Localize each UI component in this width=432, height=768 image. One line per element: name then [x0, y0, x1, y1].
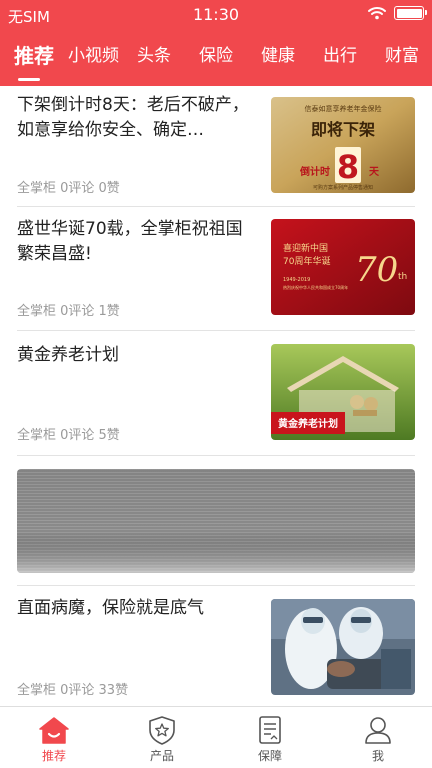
tab-insurance[interactable]: 保险: [199, 38, 233, 74]
home-icon: [39, 717, 69, 744]
tab-recommend[interactable]: 推荐: [14, 38, 54, 74]
app-header: 无SIM 11:30 推荐 小视频 头条 保险 健康 出行 财富: [0, 0, 432, 86]
wifi-icon: [368, 7, 386, 20]
article-meta: 全掌柜 0评论 5赞: [17, 428, 120, 443]
article-feed[interactable]: 下架倒计时8天：老后不破产，如意享给你安全、确定… 全掌柜 0评论 0赞 信泰如…: [0, 86, 432, 706]
nav-coverage-label: 保障: [257, 749, 282, 763]
thumb-product-text: 信泰如意享养老年金保险: [305, 104, 382, 113]
article-thumbnail: 信泰如意享养老年金保险 即将下架 倒计时 8 天 可购方案系列产品停售通知: [271, 97, 415, 193]
article-meta: 全掌柜 0评论 33赞: [17, 683, 129, 698]
thumb-note: 可购方案系列产品停售通知: [313, 184, 373, 191]
article-meta: 全掌柜 0评论 1赞: [17, 304, 120, 319]
nav-products[interactable]: 产品: [108, 707, 216, 768]
user-icon: [365, 717, 391, 744]
banner-image[interactable]: [17, 469, 415, 573]
thumb-countdown-unit: 天: [369, 166, 380, 178]
document-icon: [259, 716, 281, 744]
article-thumbnail: 黄金养老计划: [271, 344, 415, 440]
article-title: 盛世华诞70载，全掌柜祝祖国繁荣昌盛!: [17, 219, 243, 264]
article-card[interactable]: 直面病魔，保险就是底气 全掌柜 0评论 33赞: [0, 586, 432, 706]
tab-headlines[interactable]: 头条: [137, 38, 171, 74]
article-title: 下架倒计时8天：老后不破产，如意享给你安全、确定…: [17, 95, 249, 140]
nav-recommend-label: 推荐: [41, 749, 66, 763]
article-card[interactable]: 下架倒计时8天：老后不破产，如意享给你安全、确定… 全掌柜 0评论 0赞 信泰如…: [0, 86, 432, 206]
divider: [17, 455, 415, 456]
article-meta: 全掌柜 0评论 0赞: [17, 181, 120, 196]
shield-star-icon: [149, 716, 175, 745]
bottom-tab-bar: 推荐 产品 保障 我: [0, 706, 432, 768]
status-bar: 无SIM 11:30: [0, 0, 432, 30]
thumb-countdown-label: 倒计时: [299, 165, 330, 178]
article-title: 黄金养老计划: [17, 345, 119, 365]
thumb-years: 1949-2019: [283, 277, 310, 283]
status-icons: [368, 6, 427, 20]
nav-products-label: 产品: [149, 749, 174, 763]
nav-me[interactable]: 我: [324, 707, 432, 768]
tab-wealth[interactable]: 财富: [385, 38, 419, 74]
article-thumbnail: 喜迎新中国 70周年华诞 1949-2019 热烈庆祝中华人民共和国成立70周年…: [271, 219, 415, 315]
thumb-note: 热烈庆祝中华人民共和国成立70周年: [283, 284, 348, 290]
nav-recommend[interactable]: 推荐: [0, 707, 108, 768]
thumb-countdown-number: 8: [337, 148, 359, 186]
thumb-big-number: 70: [355, 250, 398, 290]
article-card[interactable]: 黄金养老计划 全掌柜 0评论 5赞 黄金养老计划: [0, 331, 432, 455]
nav-coverage[interactable]: 保障: [216, 707, 324, 768]
tab-short-video[interactable]: 小视频: [68, 38, 119, 74]
nav-me-label: 我: [371, 749, 384, 763]
tab-health[interactable]: 健康: [261, 38, 295, 74]
article-card[interactable]: 盛世华诞70载，全掌柜祝祖国繁荣昌盛! 全掌柜 0评论 1赞 喜迎新中国 70周…: [0, 207, 432, 330]
tab-travel[interactable]: 出行: [323, 38, 357, 74]
thumb-anniversary: 70周年华诞: [283, 255, 330, 267]
thumb-suffix: th: [398, 272, 407, 282]
thumb-label: 黄金养老计划: [278, 417, 338, 430]
thumb-headline: 即将下架: [311, 120, 375, 139]
battery-icon: [394, 6, 427, 20]
article-title: 直面病魔，保险就是底气: [17, 598, 204, 618]
article-thumbnail: [271, 599, 415, 695]
thumb-greeting: 喜迎新中国: [283, 242, 328, 254]
active-tab-indicator: [18, 78, 40, 81]
category-tabs: 推荐 小视频 头条 保险 健康 出行 财富: [0, 38, 432, 86]
